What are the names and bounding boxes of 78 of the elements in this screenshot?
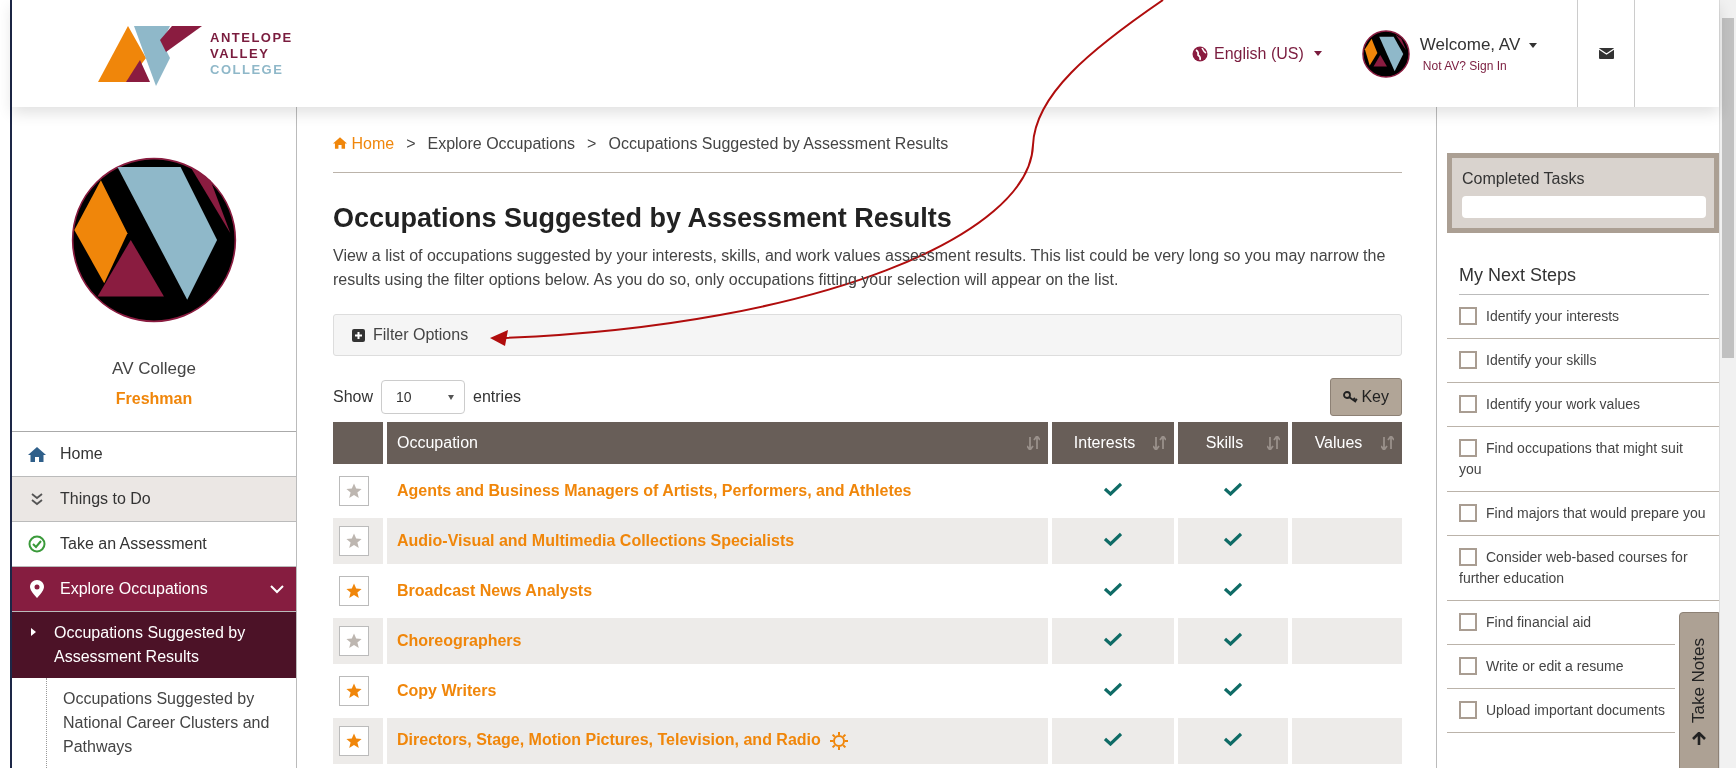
nav-item[interactable]: Things to Do — [12, 477, 296, 522]
breadcrumb-current: Occupations Suggested by Assessment Results — [608, 134, 949, 153]
next-step-item[interactable]: Consider web-based courses for further education — [1447, 536, 1719, 601]
header-cell — [333, 422, 383, 464]
sort-icon — [1153, 436, 1166, 450]
sort-icon — [1027, 436, 1040, 450]
key-button[interactable]: Key — [1330, 378, 1402, 416]
next-step-item[interactable]: Write or edit a resume — [1447, 645, 1675, 689]
envelope-icon — [1598, 48, 1614, 59]
show-label: Show — [333, 388, 374, 406]
sort-icon — [1267, 436, 1280, 450]
star-icon — [346, 733, 362, 749]
filter-options-panel[interactable]: Filter Options — [333, 314, 1402, 356]
breadcrumb-link[interactable]: Explore Occupations — [427, 134, 576, 153]
favorite-star-button[interactable] — [339, 576, 369, 606]
next-steps-title: My Next Steps — [1459, 265, 1709, 295]
map-pin-icon — [28, 580, 46, 598]
nav-item[interactable]: Explore Occupations — [12, 567, 296, 612]
next-step-item[interactable]: Upload important documents — [1447, 689, 1675, 733]
completed-tasks-title: Completed Tasks — [1462, 170, 1586, 188]
scrollbar[interactable] — [1719, 0, 1736, 768]
sign-in-link[interactable]: Not AV? Sign In — [1422, 58, 1507, 73]
star-icon — [346, 533, 362, 549]
star-icon — [346, 583, 362, 599]
favorite-star-button[interactable] — [339, 676, 369, 706]
next-step-item[interactable]: Find financial aid — [1447, 601, 1675, 645]
page-title: Occupations Suggested by Assessment Results — [333, 203, 953, 235]
favorite-star-button[interactable] — [339, 626, 369, 656]
next-step-item[interactable]: Identify your interests — [1447, 295, 1719, 339]
checkbox[interactable] — [1459, 351, 1477, 369]
take-notes-tab[interactable]: Take Notes — [1679, 612, 1719, 768]
star-icon — [346, 683, 362, 699]
caret-icon — [1313, 51, 1322, 56]
plus-square-icon — [352, 328, 365, 342]
checkbox[interactable] — [1459, 657, 1477, 675]
column-header[interactable]: Values — [1292, 422, 1402, 464]
arrow-up-icon — [1692, 731, 1706, 746]
column-header[interactable]: Interests — [1052, 422, 1174, 464]
checkbox[interactable] — [1459, 613, 1477, 631]
check-circle-icon — [28, 535, 46, 553]
avatar-icon — [1361, 29, 1410, 78]
next-step-item[interactable]: Find occupations that might suit you — [1447, 427, 1719, 492]
profile-name: AV College — [112, 359, 196, 379]
house-icon — [333, 136, 347, 149]
chevron-down-icon — [270, 584, 284, 594]
logo-text: VALLEY — [210, 45, 271, 62]
key-icon — [1343, 391, 1360, 403]
column-header[interactable]: Occupation — [387, 422, 1048, 464]
language-dropdown[interactable]: English (US) — [1186, 0, 1328, 107]
checkbox[interactable] — [1459, 439, 1477, 457]
entries-label: entries — [473, 388, 522, 406]
next-step-item[interactable]: Find majors that would prepare you — [1447, 492, 1719, 536]
nav-subitem[interactable]: Occupations Suggested by Assessment Results — [12, 612, 296, 678]
favorite-star-button[interactable] — [339, 526, 369, 556]
logo-text: COLLEGE — [210, 61, 285, 78]
checkbox[interactable] — [1459, 701, 1477, 719]
checkbox[interactable] — [1459, 548, 1477, 566]
star-icon — [346, 483, 362, 499]
profile-level: Freshman — [115, 390, 193, 408]
user-menu[interactable]: Welcome, AV — [1419, 34, 1537, 55]
next-step-item[interactable]: Identify your work values — [1447, 383, 1719, 427]
breadcrumb-separator: > — [587, 134, 597, 153]
logo-text: ANTELOPE — [210, 29, 293, 46]
nav-subitem[interactable]: Occupations Suggested by National Career Clusters and Pathways — [46, 678, 296, 768]
entries-select[interactable]: 10 — [381, 380, 466, 414]
checkbox[interactable] — [1459, 307, 1477, 325]
breadcrumb-separator: > — [406, 134, 416, 153]
checkbox[interactable] — [1459, 395, 1477, 413]
globe-icon — [1192, 45, 1208, 62]
star-icon — [346, 633, 362, 649]
mail-button[interactable] — [1577, 0, 1635, 107]
next-step-item[interactable]: Identify your skills — [1447, 339, 1719, 383]
favorite-star-button[interactable] — [339, 726, 369, 756]
checkbox[interactable] — [1459, 504, 1477, 522]
house-icon — [28, 446, 46, 462]
sort-icon — [1381, 436, 1394, 450]
column-header[interactable]: Skills — [1178, 422, 1288, 464]
favorite-star-button[interactable] — [339, 476, 369, 506]
